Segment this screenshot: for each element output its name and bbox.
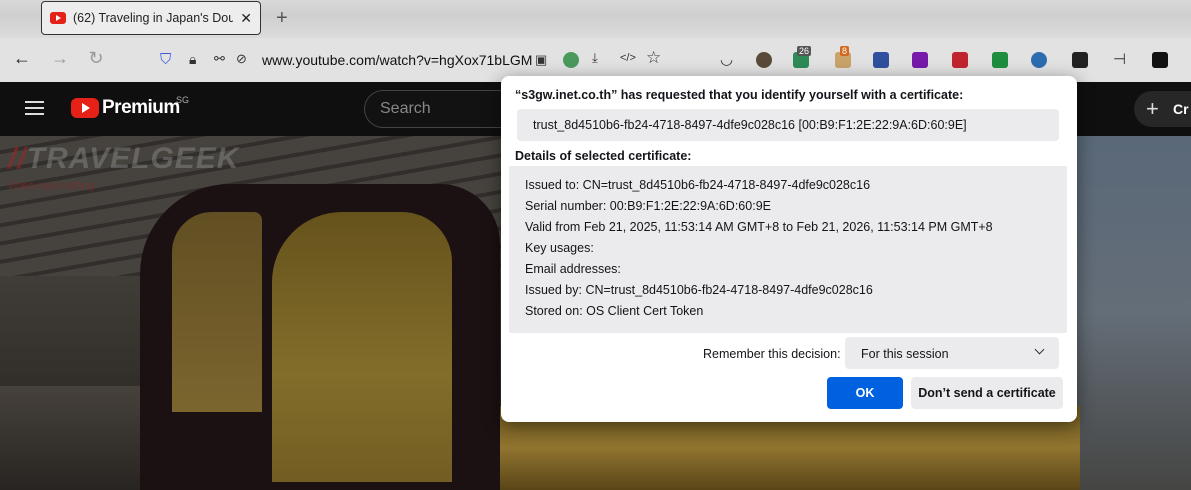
- dont-send-certificate-button[interactable]: Don’t send a certificate: [911, 377, 1063, 409]
- tab-title: (62) Traveling in Japan's Double: [73, 11, 234, 25]
- url-text[interactable]: www.youtube.com/watch?v=hgXox71bLGM: [262, 52, 532, 68]
- pin-icon[interactable]: ⊣: [1113, 50, 1126, 68]
- detail-issued-to: Issued to: CN=trust_8d4510b6-fb24-4718-8…: [525, 178, 871, 192]
- certificate-dialog: “s3gw.inet.co.th” has requested that you…: [501, 76, 1077, 422]
- chevron-down-icon: [1034, 344, 1045, 355]
- certificate-select[interactable]: trust_8d4510b6-fb24-4718-8497-4dfe9c028c…: [517, 109, 1059, 141]
- download-icon[interactable]: ⤓: [592, 50, 598, 66]
- permissions-icon[interactable]: ⚯: [214, 51, 225, 67]
- ok-button[interactable]: OK: [827, 377, 903, 409]
- menu-icon[interactable]: [25, 101, 44, 115]
- autoplay-blocked-icon[interactable]: ⊘: [236, 51, 247, 67]
- shield-icon[interactable]: ⛉: [160, 51, 171, 68]
- close-tab-icon[interactable]: ✕: [240, 10, 252, 27]
- detail-email-addresses: Email addresses:: [525, 262, 621, 276]
- plus-icon: +: [1146, 96, 1159, 121]
- remember-decision-value: For this session: [861, 347, 949, 361]
- detail-issued-by: Issued by: CN=trust_8d4510b6-fb24-4718-8…: [525, 283, 873, 297]
- youtube-favicon-icon: [50, 12, 66, 24]
- extension-bookmark-icon[interactable]: [873, 52, 889, 68]
- bookmark-star-icon[interactable]: ☆: [646, 48, 661, 68]
- region-label: SG: [176, 95, 190, 105]
- extension-dark-icon[interactable]: [1072, 52, 1088, 68]
- certificate-details-box: Issued to: CN=trust_8d4510b6-fb24-4718-8…: [509, 166, 1067, 333]
- new-tab-button[interactable]: +: [276, 7, 288, 30]
- detail-serial-number: Serial number: 00:B9:F1:2E:22:9A:6D:60:9…: [525, 199, 771, 213]
- code-icon[interactable]: </>: [620, 52, 636, 64]
- extension-badge: 8: [840, 46, 850, 56]
- youtube-premium-logo[interactable]: Premium: [102, 97, 180, 119]
- extension-grid-icon[interactable]: [1152, 52, 1168, 68]
- extension-fox-icon[interactable]: [756, 52, 772, 68]
- remember-decision-select[interactable]: For this session: [845, 337, 1059, 369]
- extension-r-icon[interactable]: [1031, 52, 1047, 68]
- extension-sheets-icon[interactable]: [992, 52, 1008, 68]
- reader-view-icon[interactable]: ▣: [535, 52, 547, 68]
- youtube-logo-icon[interactable]: [71, 98, 99, 118]
- extension-badge: 26: [797, 46, 812, 56]
- create-label: Cr: [1173, 101, 1189, 117]
- detail-stored-on: Stored on: OS Client Cert Token: [525, 304, 704, 318]
- tab-youtube[interactable]: (62) Traveling in Japan's Double ✕: [41, 1, 261, 35]
- back-arrow-icon[interactable]: ←: [10, 48, 34, 69]
- lock-icon[interactable]: 🔒︎: [189, 51, 196, 68]
- details-heading: Details of selected certificate:: [515, 149, 692, 163]
- remember-decision-label: Remember this decision:: [703, 347, 841, 361]
- dialog-heading: “s3gw.inet.co.th” has requested that you…: [515, 88, 964, 102]
- forward-arrow-icon[interactable]: →: [48, 48, 72, 69]
- onenote-icon[interactable]: [912, 52, 928, 68]
- globe-extension-icon[interactable]: [563, 52, 579, 68]
- detail-key-usages: Key usages:: [525, 241, 594, 255]
- search-placeholder: Search: [380, 100, 431, 117]
- pocket-icon[interactable]: ◡: [720, 50, 733, 68]
- reload-icon[interactable]: ↻: [84, 48, 108, 69]
- extension-red-icon[interactable]: [952, 52, 968, 68]
- detail-validity: Valid from Feb 21, 2025, 11:53:14 AM GMT…: [525, 220, 993, 234]
